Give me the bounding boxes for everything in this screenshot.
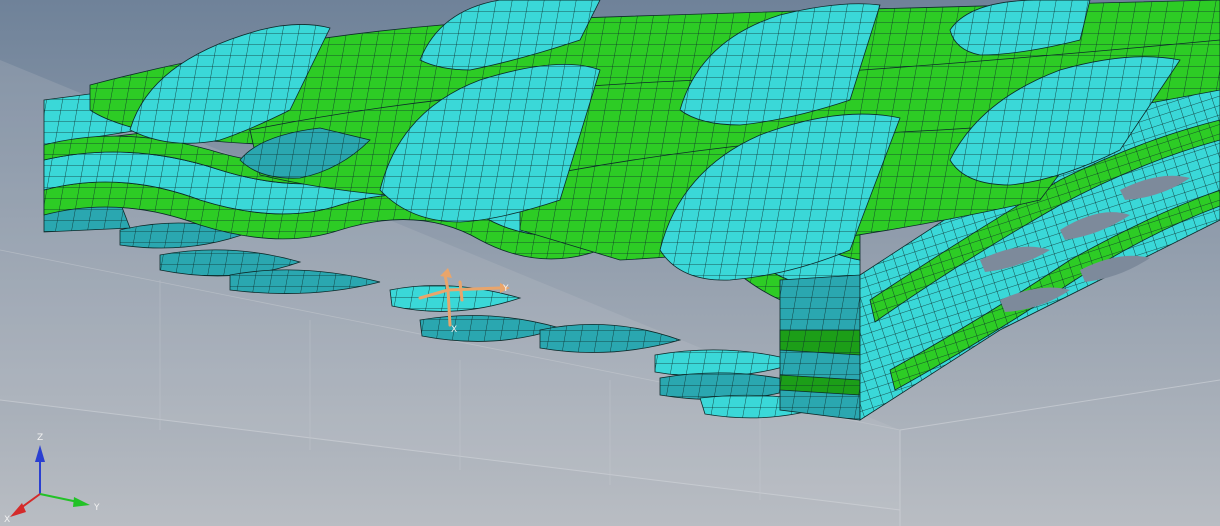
triad-z-label: Z: [37, 433, 43, 443]
triad-x-label: X: [4, 515, 10, 525]
local-csys-y-label: Y: [502, 284, 509, 294]
graphics-viewport[interactable]: Y X Z Y X: [0, 0, 1220, 526]
right-edge-stack[interactable]: [779, 274, 861, 421]
model-view[interactable]: Y X Z Y X: [0, 0, 1220, 526]
local-csys-x-label: X: [451, 325, 457, 335]
triad-y-label: Y: [93, 503, 100, 513]
